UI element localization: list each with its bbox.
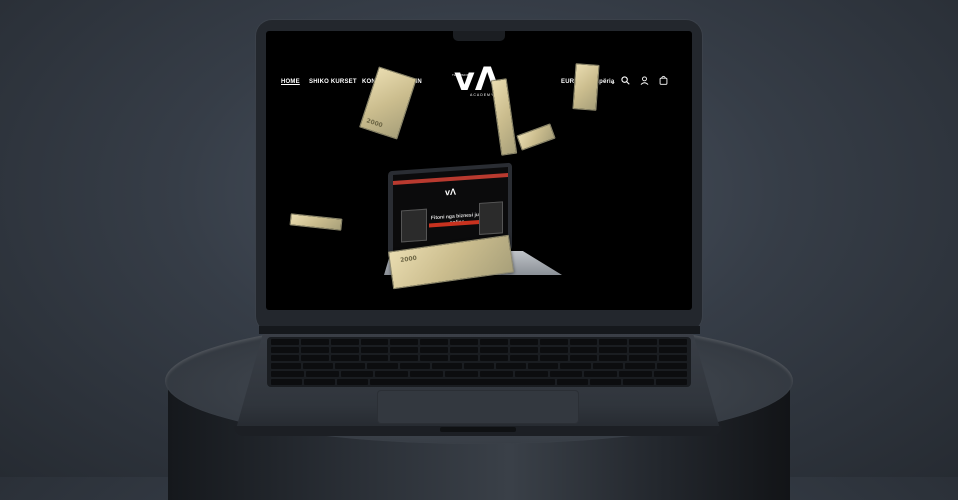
keyboard	[267, 337, 691, 387]
banknote	[572, 63, 600, 111]
touchpad	[377, 390, 579, 424]
inner-product-image	[479, 201, 503, 236]
banknote	[490, 78, 518, 156]
laptop-hinge	[259, 326, 700, 334]
inner-announcement-bar	[393, 172, 508, 186]
laptop-screen: HOME SHIKO KURSET KONTAKT LOG IN THE VIS…	[266, 31, 692, 310]
camera-notch	[453, 31, 505, 41]
nav-home-link[interactable]: HOME	[281, 79, 300, 85]
chevron-down-icon[interactable]: ⌄	[610, 78, 616, 86]
laptop-front-notch	[440, 427, 516, 432]
search-icon[interactable]	[621, 76, 630, 87]
inner-product-image	[401, 208, 427, 243]
banknote	[289, 213, 343, 231]
cart-icon[interactable]	[659, 75, 668, 87]
banknote	[516, 123, 556, 151]
logo-academy-text: ACADEMY	[470, 93, 495, 97]
account-icon[interactable]	[640, 76, 649, 87]
inner-logo: vΛ	[445, 186, 457, 198]
nav-courses-link[interactable]: SHIKO KURSET	[309, 79, 357, 85]
banknote: 2000	[359, 66, 417, 140]
